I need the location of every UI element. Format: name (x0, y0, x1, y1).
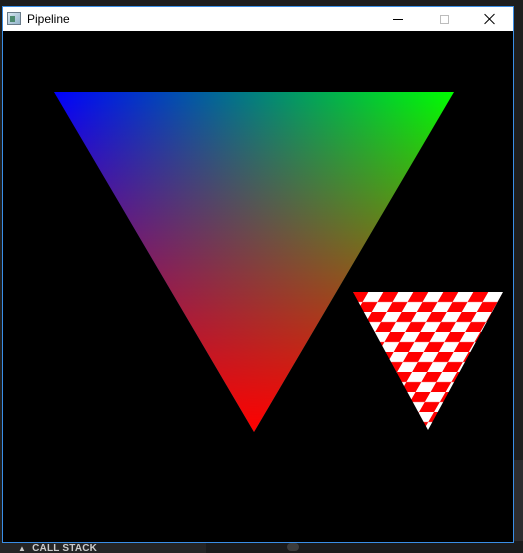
window-title: Pipeline (27, 12, 70, 26)
background-editor-strip (514, 460, 523, 553)
call-stack-label: CALL STACK (32, 543, 98, 553)
maximize-button[interactable] (421, 7, 467, 31)
close-icon (484, 13, 496, 25)
gradient-triangle (54, 92, 454, 432)
background-scroll-knob (287, 543, 299, 551)
app-window-icon[interactable] (7, 12, 21, 25)
close-button[interactable] (467, 7, 513, 31)
minimize-button[interactable] (375, 7, 421, 31)
call-stack-header[interactable]: ▲ CALL STACK (18, 543, 97, 553)
pipeline-window: Pipeline (2, 6, 514, 543)
render-canvas[interactable] (3, 31, 513, 542)
checker-triangle (353, 292, 503, 430)
maximize-icon (439, 14, 449, 24)
collapse-triangle-icon: ▲ (18, 544, 27, 553)
desktop: ▲ CALL STACK Pipeline (0, 0, 523, 553)
render-surface (54, 92, 503, 432)
title-bar[interactable]: Pipeline (3, 7, 513, 31)
minimize-icon (393, 18, 403, 20)
